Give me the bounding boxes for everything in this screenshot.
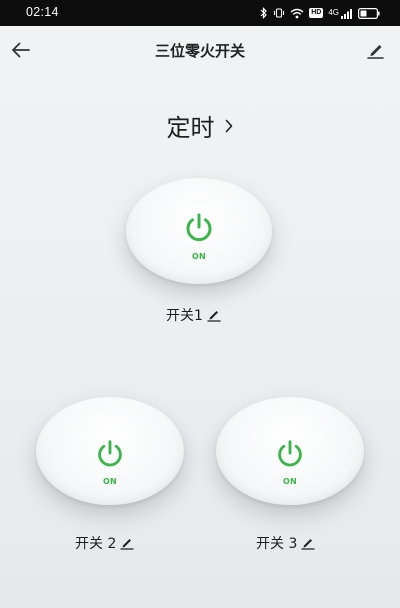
pencil-icon[interactable] [206, 308, 222, 322]
timer-link[interactable]: 定时 [0, 108, 400, 142]
vibrate-icon [274, 8, 285, 18]
pencil-icon[interactable] [300, 536, 316, 550]
status-icons: HD 4G [260, 6, 380, 20]
timer-label: 定时 [166, 114, 215, 142]
signal-icon [341, 8, 352, 19]
page-title: 三位零火开关 [154, 42, 245, 60]
network-type-label: 4G [328, 8, 339, 17]
switch-3-button[interactable]: ON [216, 397, 364, 505]
switch-2-state: ON [102, 477, 118, 486]
switch-2-name: 开关 2 [75, 533, 135, 553]
status-time: 02:14 [26, 5, 59, 19]
chevron-right-icon [225, 119, 232, 132]
power-icon [186, 213, 212, 242]
switch-3-name: 开关 3 [256, 533, 316, 553]
hd-badge: HD [309, 8, 324, 18]
switch-1-name: 开关1 [166, 305, 222, 325]
switch-2-button[interactable]: ON [36, 397, 184, 505]
switch-2-label: 开关 2 [75, 536, 117, 552]
power-icon [98, 440, 122, 467]
edit-button[interactable] [362, 37, 388, 63]
switch-3-state: ON [282, 477, 298, 486]
switch-1-state: ON [191, 252, 207, 261]
status-bar: 02:14 HD 4G [0, 0, 400, 26]
switch-1-button[interactable]: ON [126, 178, 272, 284]
switch-3-label: 开关 3 [256, 536, 298, 552]
battery-icon [358, 7, 380, 19]
switch-1-label: 开关1 [166, 308, 203, 324]
pencil-icon[interactable] [119, 536, 135, 550]
bluetooth-icon [260, 7, 268, 19]
app-header: 三位零火开关 [0, 26, 400, 74]
wifi-icon [290, 8, 304, 18]
power-icon [278, 440, 302, 467]
